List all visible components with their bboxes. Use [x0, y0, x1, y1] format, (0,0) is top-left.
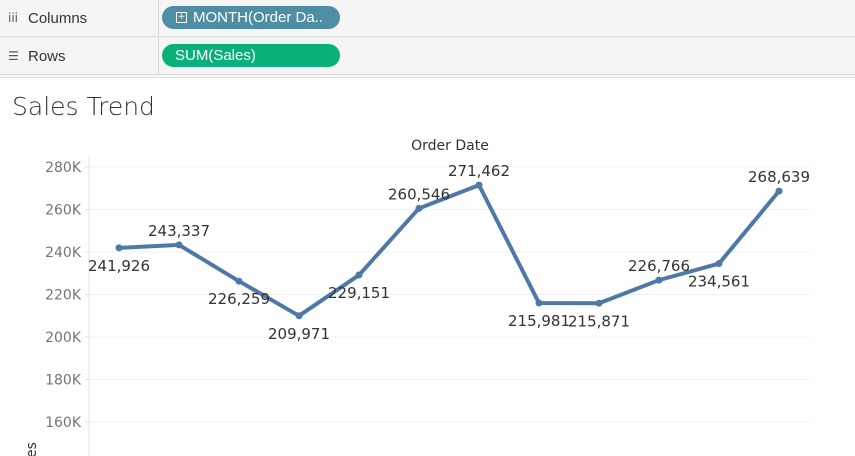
data-point[interactable]	[655, 276, 663, 284]
y-tick-label: 180K	[45, 373, 82, 389]
y-axis-title[interactable]: es	[24, 442, 40, 456]
data-label: 229,151	[328, 284, 390, 302]
rows-shelf: ☰ Rows SUM(Sales)	[0, 38, 855, 75]
columns-icon: iii	[8, 11, 19, 25]
columns-drop-area[interactable]: + MONTH(Order Da..	[159, 0, 855, 36]
data-point[interactable]	[235, 277, 243, 285]
data-label: 226,766	[628, 257, 690, 275]
columns-shelf-label: iii Columns	[0, 0, 159, 36]
rows-drop-area[interactable]: SUM(Sales)	[159, 38, 855, 74]
y-tick-label: 260K	[45, 203, 82, 219]
data-label: 241,926	[88, 257, 150, 275]
gridlines	[89, 166, 810, 423]
y-tick-label: 200K	[45, 330, 82, 346]
x-axis-title: Order Date	[411, 138, 489, 154]
sum-sales-pill-label: SUM(Sales)	[175, 47, 256, 64]
data-point[interactable]	[355, 271, 363, 279]
data-point[interactable]	[535, 299, 543, 307]
y-tick-label: 160K	[45, 415, 82, 431]
data-point[interactable]	[115, 244, 123, 252]
data-point[interactable]	[415, 204, 423, 212]
y-tick-label: 220K	[45, 288, 82, 304]
rows-shelf-label: ☰ Rows	[0, 38, 159, 74]
data-label: 215,871	[568, 312, 630, 330]
data-label: 260,546	[388, 185, 450, 203]
y-tick-label: 240K	[45, 245, 82, 261]
data-label: 271,462	[448, 162, 510, 180]
data-label: 234,561	[688, 273, 750, 291]
data-point[interactable]	[295, 312, 303, 320]
plus-box-icon[interactable]: +	[176, 12, 187, 23]
worksheet: Sales Trend 160K 180K 200K 220K 240K 260K 280K…	[0, 77, 855, 456]
data-label: 209,971	[268, 325, 330, 343]
y-tick-label: 280K	[45, 160, 82, 176]
data-point[interactable]	[775, 187, 783, 195]
data-point[interactable]	[595, 299, 603, 307]
data-point[interactable]	[175, 241, 183, 249]
data-label: 226,259	[208, 290, 270, 308]
rows-label: Rows	[28, 47, 66, 65]
month-order-date-pill-label: MONTH(Order Da..	[193, 9, 324, 26]
columns-label: Columns	[28, 9, 88, 27]
data-point[interactable]	[715, 260, 723, 268]
shelves-panel: iii Columns + MONTH(Order Da.. ☰ Rows SU…	[0, 0, 855, 76]
data-label: 243,337	[148, 222, 210, 240]
columns-shelf: iii Columns + MONTH(Order Da..	[0, 0, 855, 37]
sum-sales-pill[interactable]: SUM(Sales)	[162, 44, 340, 67]
month-order-date-pill[interactable]: + MONTH(Order Da..	[162, 6, 340, 29]
data-point[interactable]	[475, 181, 483, 189]
y-axis: 160K 180K 200K 220K 240K 260K 280K	[45, 157, 90, 456]
rows-icon: ☰	[8, 49, 19, 63]
data-label: 215,981	[508, 312, 570, 330]
line-chart: 160K180K200K220K240K260K280K Order Date …	[24, 138, 810, 456]
data-label: 268,639	[748, 168, 810, 186]
